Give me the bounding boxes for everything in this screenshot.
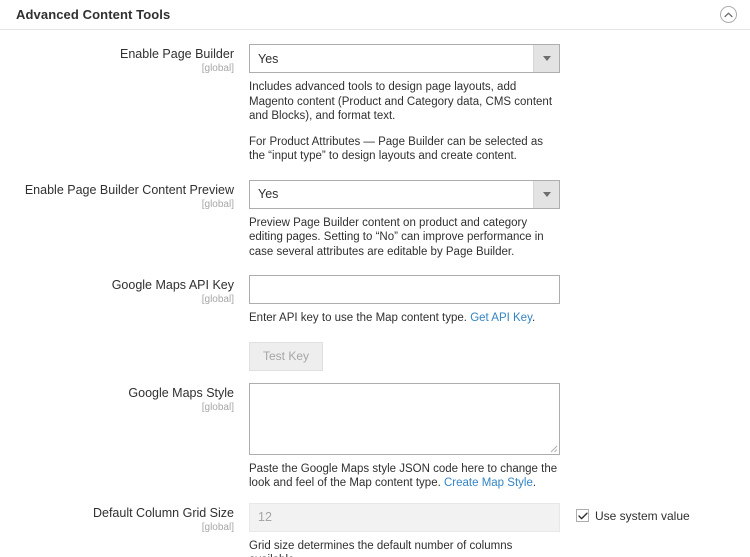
checkbox-checked-icon[interactable] xyxy=(576,509,589,522)
label-google-maps-style: Google Maps Style [global] xyxy=(0,383,243,414)
label-default-column-grid-size: Default Column Grid Size [global] xyxy=(0,503,243,534)
control-enable-content-preview: Yes Preview Page Builder content on prod… xyxy=(243,180,750,260)
scope-label: [global] xyxy=(0,199,234,211)
label-google-maps-api-key: Google Maps API Key [global] xyxy=(0,275,243,306)
enable-content-preview-select[interactable]: Yes xyxy=(249,180,560,209)
help-text-content-preview: Preview Page Builder content on product … xyxy=(249,216,562,260)
page-title: Advanced Content Tools xyxy=(16,7,170,22)
default-column-grid-size-input xyxy=(249,503,560,532)
field-label-text: Google Maps API Key xyxy=(0,278,234,293)
chevron-up-circle-icon[interactable] xyxy=(720,6,737,23)
get-api-key-link[interactable]: Get API Key xyxy=(470,312,532,324)
field-label-text: Enable Page Builder xyxy=(0,47,234,62)
field-enable-page-builder: Enable Page Builder [global] Yes Include… xyxy=(0,44,750,164)
settings-form: Enable Page Builder [global] Yes Include… xyxy=(0,30,750,557)
field-label-text: Default Column Grid Size xyxy=(0,506,234,521)
help-text-map-style: Paste the Google Maps style JSON code he… xyxy=(249,462,562,491)
use-system-value-label[interactable]: Use system value xyxy=(595,509,690,523)
field-label-text: Enable Page Builder Content Preview xyxy=(0,183,234,198)
caret-down-glyph xyxy=(543,56,551,61)
help-text-page-builder-1: Includes advanced tools to design page l… xyxy=(249,80,562,124)
control-google-maps-api-key: Enter API key to use the Map content typ… xyxy=(243,275,750,371)
test-key-button[interactable]: Test Key xyxy=(249,342,323,371)
scope-label: [global] xyxy=(0,63,234,75)
field-default-column-grid-size: Default Column Grid Size [global] Use sy… xyxy=(0,503,750,557)
create-map-style-link[interactable]: Create Map Style xyxy=(444,477,533,489)
enable-page-builder-select[interactable]: Yes xyxy=(249,44,560,73)
help-text-api-key: Enter API key to use the Map content typ… xyxy=(249,311,562,326)
google-maps-style-textarea[interactable] xyxy=(249,383,560,455)
control-default-column-grid-size: Use system value Grid size determines th… xyxy=(243,503,750,557)
google-maps-style-wrapper xyxy=(249,383,560,455)
field-enable-content-preview: Enable Page Builder Content Preview [glo… xyxy=(0,180,750,260)
chevron-down-icon[interactable] xyxy=(533,181,559,208)
use-system-value-default-grid[interactable]: Use system value xyxy=(576,503,690,523)
help-text-suffix: . xyxy=(532,312,535,324)
help-text-prefix: Enter API key to use the Map content typ… xyxy=(249,312,470,324)
google-maps-api-key-input[interactable] xyxy=(249,275,560,304)
field-label-text: Google Maps Style xyxy=(0,386,234,401)
caret-down-glyph xyxy=(543,192,551,197)
field-google-maps-style: Google Maps Style [global] Paste the Goo… xyxy=(0,383,750,491)
chevron-up-glyph xyxy=(724,12,733,18)
control-enable-page-builder: Yes Includes advanced tools to design pa… xyxy=(243,44,750,164)
scope-label: [global] xyxy=(0,294,234,306)
select-value: Yes xyxy=(250,187,533,201)
select-value: Yes xyxy=(250,52,533,66)
label-enable-content-preview: Enable Page Builder Content Preview [glo… xyxy=(0,180,243,211)
control-google-maps-style: Paste the Google Maps style JSON code he… xyxy=(243,383,750,491)
help-text-page-builder-2: For Product Attributes — Page Builder ca… xyxy=(249,135,562,164)
default-grid-size-row: Use system value xyxy=(249,503,750,532)
scope-label: [global] xyxy=(0,522,234,534)
field-google-maps-api-key: Google Maps API Key [global] Enter API k… xyxy=(0,275,750,371)
help-text-default-grid-size: Grid size determines the default number … xyxy=(249,539,562,557)
advanced-content-tools-section: Advanced Content Tools Enable Page Build… xyxy=(0,0,750,557)
label-enable-page-builder: Enable Page Builder [global] xyxy=(0,44,243,75)
section-header: Advanced Content Tools xyxy=(0,0,750,30)
checkmark-glyph xyxy=(578,512,588,520)
help-text-suffix: . xyxy=(533,477,536,489)
scope-label: [global] xyxy=(0,402,234,414)
chevron-down-icon[interactable] xyxy=(533,45,559,72)
